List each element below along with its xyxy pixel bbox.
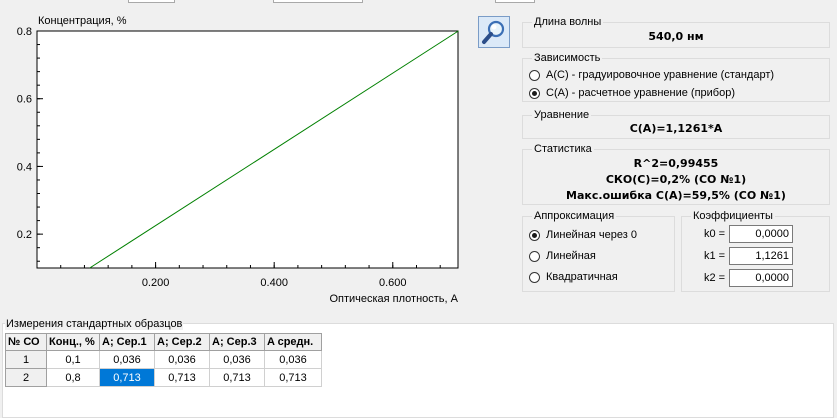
table-cell[interactable]: 0,713	[209, 368, 265, 387]
statistics-sko: СКО(C)=0,2% (СО №1)	[605, 173, 747, 186]
statistics-r2: R^2=0,99455	[633, 157, 719, 170]
statistics-title: Статистика	[532, 143, 594, 156]
k2-input[interactable]	[729, 269, 793, 287]
approximation-title: Аппроксимация	[532, 210, 617, 223]
statistics-group: Статистика R^2=0,99455 СКО(C)=0,2% (СО №…	[522, 143, 830, 205]
x-axis-label: Оптическая плотность, A	[329, 293, 458, 305]
dependency-title: Зависимость	[532, 52, 603, 65]
table-cell[interactable]: 0,8	[46, 368, 100, 387]
measurements-table[interactable]: № СО Конц., % A; Сер.1 A; Сер.2 A; Сер.3…	[5, 333, 322, 387]
radio-icon[interactable]	[529, 229, 540, 241]
column-header[interactable]: A; Сер.2	[154, 333, 210, 351]
zoom-button[interactable]	[478, 16, 510, 48]
dependency-option-ca[interactable]: C(A) - расчетное уравнение (прибор)	[529, 87, 735, 99]
x-tick-label: 0.600	[379, 277, 407, 289]
table-cell[interactable]: 0,036	[209, 350, 265, 369]
k1-label: k1 =	[704, 250, 726, 262]
table-row[interactable]: 2 0,8 0,713 0,713 0,713 0,713	[5, 368, 322, 387]
x-tick-label: 0.200	[142, 277, 170, 289]
column-header[interactable]: A средн.	[264, 333, 322, 351]
dependency-option-label: C(A) - расчетное уравнение (прибор)	[546, 87, 736, 99]
table-cell[interactable]: 1	[5, 350, 47, 369]
table-cell[interactable]: 0,713	[264, 368, 322, 387]
magnifier-icon	[482, 20, 505, 44]
measurements-title: Измерения стандартных образцов	[5, 318, 184, 330]
equation-group: Уравнение C(A)=1,1261*A	[522, 109, 830, 139]
approx-option-linear-zero[interactable]: Линейная через 0	[529, 229, 637, 241]
x-tick-label: 0.400	[260, 277, 288, 289]
approx-option-label: Квадратичная	[546, 271, 618, 283]
table-row[interactable]: 1 0,1 0,036 0,036 0,036 0,036	[5, 350, 322, 369]
equation-value: C(A)=1,1261*A	[629, 122, 723, 135]
k0-label: k0 =	[704, 228, 726, 240]
table-cell[interactable]: 0,036	[264, 350, 322, 369]
approx-option-label: Линейная через 0	[546, 229, 637, 241]
statistics-max-error: Макс.ошибка C(A)=59,5% (СО №1)	[566, 189, 786, 202]
k2-label: k2 =	[704, 272, 726, 284]
column-header[interactable]: № СО	[5, 333, 47, 351]
radio-icon[interactable]	[529, 271, 540, 283]
y-axis-label: Концентрация, %	[38, 15, 127, 27]
coefficients-title: Коэффициенты	[691, 210, 775, 223]
radio-icon[interactable]	[529, 87, 540, 99]
approx-option-label: Линейная	[546, 250, 596, 262]
y-tick-label: 0.8	[17, 26, 32, 38]
plot-area	[36, 30, 459, 269]
y-tick-label: 0.6	[17, 94, 32, 106]
wavelength-title: Длина волны	[532, 16, 604, 29]
table-cell-selected[interactable]: 0,713	[99, 368, 155, 387]
radio-icon[interactable]	[529, 69, 540, 81]
table-cell[interactable]: 0,713	[154, 368, 210, 387]
table-cell[interactable]: 0,036	[99, 350, 155, 369]
k1-input[interactable]	[729, 247, 793, 265]
approx-option-quadratic[interactable]: Квадратичная	[529, 271, 618, 283]
y-tick-label: 0.2	[17, 229, 32, 241]
y-tick-label: 0.4	[17, 161, 32, 173]
wavelength-group: Длина волны 540,0 нм	[522, 16, 830, 48]
column-header[interactable]: A; Сер.3	[209, 333, 265, 351]
approx-option-linear[interactable]: Линейная	[529, 250, 596, 262]
dependency-option-label: A(C) - градуировочное уравнение (стандар…	[546, 69, 775, 81]
calibration-chart[interactable]: 0.2 0.4 0.6 0.8 0.200 0.400 0.600 Концентраци…	[0, 0, 470, 310]
table-cell[interactable]: 0,036	[154, 350, 210, 369]
table-header-row: № СО Конц., % A; Сер.1 A; Сер.2 A; Сер.3…	[5, 333, 322, 351]
top-control-right[interactable]	[495, 0, 535, 3]
table-cell[interactable]: 0,1	[46, 350, 100, 369]
table-cell[interactable]: 2	[5, 368, 47, 387]
equation-title: Уравнение	[532, 109, 592, 122]
column-header[interactable]: A; Сер.1	[99, 333, 155, 351]
dependency-option-ac[interactable]: A(C) - градуировочное уравнение (стандар…	[529, 69, 774, 81]
k0-input[interactable]	[729, 225, 793, 243]
radio-icon[interactable]	[529, 250, 540, 262]
wavelength-value: 540,0 нм	[648, 30, 704, 43]
column-header[interactable]: Конц., %	[46, 333, 100, 351]
